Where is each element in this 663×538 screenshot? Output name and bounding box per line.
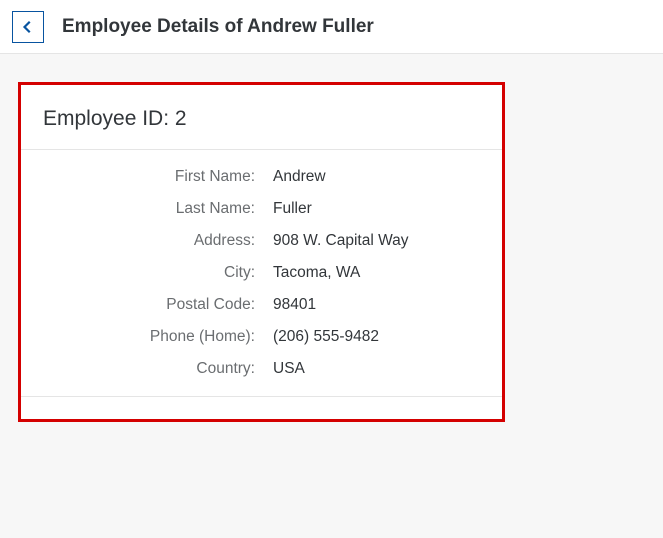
label-phone-home: Phone (Home): — [43, 328, 273, 346]
content-area: Employee ID: 2 First Name: Andrew Last N… — [0, 54, 663, 440]
value-first-name: Andrew — [273, 168, 326, 186]
value-postal-code: 98401 — [273, 296, 316, 314]
row-first-name: First Name: Andrew — [43, 168, 480, 186]
page-title: Employee Details of Andrew Fuller — [62, 16, 374, 38]
label-country: Country: — [43, 360, 273, 378]
label-first-name: First Name: — [43, 168, 273, 186]
value-country: USA — [273, 360, 305, 378]
label-city: City: — [43, 264, 273, 282]
value-phone-home: (206) 555-9482 — [273, 328, 379, 346]
label-postal-code: Postal Code: — [43, 296, 273, 314]
back-button[interactable] — [12, 11, 44, 43]
label-address: Address: — [43, 232, 273, 250]
row-last-name: Last Name: Fuller — [43, 200, 480, 218]
value-last-name: Fuller — [273, 200, 312, 218]
employee-card: Employee ID: 2 First Name: Andrew Last N… — [18, 82, 505, 422]
card-title: Employee ID: 2 — [43, 107, 480, 131]
card-header: Employee ID: 2 — [21, 85, 502, 150]
value-address: 908 W. Capital Way — [273, 232, 409, 250]
row-postal-code: Postal Code: 98401 — [43, 296, 480, 314]
row-phone-home: Phone (Home): (206) 555-9482 — [43, 328, 480, 346]
chevron-left-icon — [21, 20, 35, 34]
page-header: Employee Details of Andrew Fuller — [0, 0, 663, 54]
row-country: Country: USA — [43, 360, 480, 378]
value-city: Tacoma, WA — [273, 264, 360, 282]
row-address: Address: 908 W. Capital Way — [43, 232, 480, 250]
row-city: City: Tacoma, WA — [43, 264, 480, 282]
label-last-name: Last Name: — [43, 200, 273, 218]
form-body: First Name: Andrew Last Name: Fuller Add… — [21, 150, 502, 397]
